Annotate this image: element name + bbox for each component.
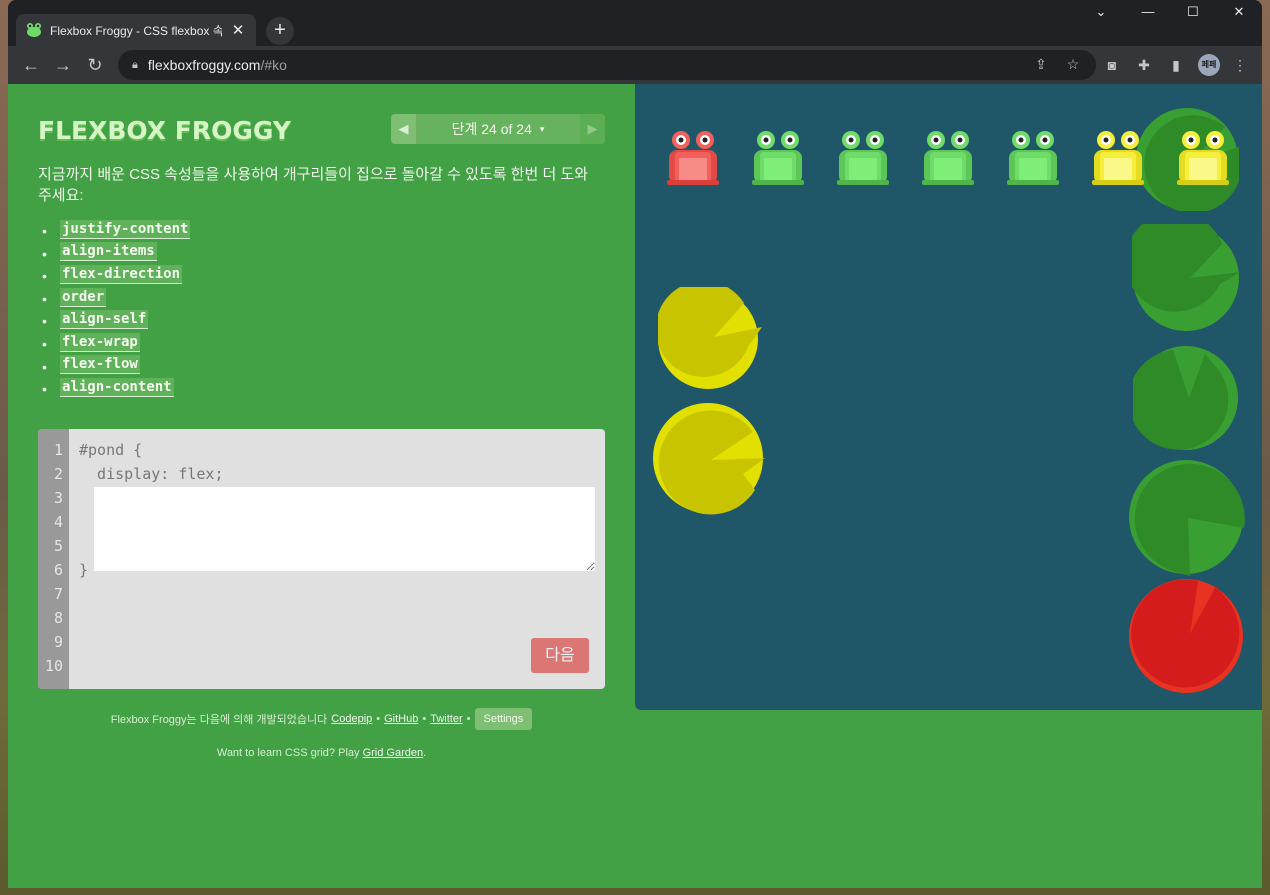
new-tab-button[interactable]: + [266,17,294,45]
grid-garden-promo: Want to learn CSS grid? Play Grid Garden… [216,747,427,759]
list-item: • align-self [42,310,149,330]
frog-favicon-icon [26,23,42,37]
list-item: • order [42,287,107,307]
address-bar[interactable]: 🔒︎ flexboxfroggy.com/#ko ⇪ ☆ [118,50,1096,80]
level-indicator[interactable]: 단계 24 of 24 ▾ [417,114,579,144]
window-close-icon[interactable]: ✕ [1227,4,1251,20]
share-icon[interactable]: ⇪ [1032,56,1050,73]
credits: Flexbox Froggy는 다음에 의해 개발되었습니다 Codepip •… [38,708,605,730]
property-code[interactable]: flex-flow [60,355,140,375]
credits-text: Flexbox Froggy는 다음에 의해 개발되었습니다 [110,714,328,726]
frog-green [837,131,889,185]
back-icon[interactable]: ← [20,54,42,76]
extensions-puzzle-icon[interactable]: ✚ [1135,56,1153,74]
twitter-link[interactable]: Twitter [430,713,462,725]
frog-red [667,131,719,185]
tab-title: Flexbox Froggy - CSS flexbox 속 [50,23,222,38]
page-content: FLEXBOX FROGGY ◀ 단계 24 of 24 ▾ ▶ 지금까지 배운… [8,84,1262,888]
tab-strip: Flexbox Froggy - CSS flexbox 속 ✕ + ⌄ — ☐… [8,0,1262,46]
list-item: • flex-wrap [42,332,140,352]
property-code[interactable]: justify-content [60,219,191,239]
lilypad-green [1132,224,1240,331]
browser-toolbar: ← → ↻ 🔒︎ flexboxfroggy.com/#ko ⇪ ☆ ◙ ✚ ▮… [8,46,1262,84]
property-code[interactable]: flex-direction [60,264,183,284]
camera-icon[interactable]: ◙ [1103,56,1121,74]
list-item: • justify-content [42,219,191,239]
code-line-1: #pond { [79,441,143,459]
lilypad-yellow [653,403,765,515]
line-numbers: 1 2 3 4 5 6 7 8 9 10 [38,429,69,689]
bookmark-star-icon[interactable]: ☆ [1064,56,1082,73]
lilypad-green [1133,346,1238,450]
level-label: 단계 24 of 24 [451,121,532,137]
browser-window: Flexbox Froggy - CSS flexbox 속 ✕ + ⌄ — ☐… [8,0,1262,888]
lock-icon: 🔒︎ [132,58,138,71]
grid-garden-link[interactable]: Grid Garden [363,747,424,759]
side-panel-icon[interactable]: ▮ [1167,56,1185,74]
level-caret-icon: ▾ [539,123,545,134]
next-level-icon[interactable]: ▶ [579,114,605,144]
property-code[interactable]: align-items [60,242,157,262]
site-logo[interactable]: FLEXBOX FROGGY [38,116,291,145]
menu-kebab-icon[interactable]: ⋮ [1231,56,1249,74]
maximize-icon[interactable]: ☐ [1181,4,1205,20]
url-text: flexboxfroggy.com/#ko [147,57,287,73]
level-navigator: ◀ 단계 24 of 24 ▾ ▶ [391,114,605,144]
reload-icon[interactable]: ↻ [84,54,106,76]
list-item: • flex-direction [42,264,183,285]
codepip-link[interactable]: Codepip [331,713,372,725]
frog-yellow [1177,131,1229,185]
list-item: • align-items [42,242,157,262]
list-item: • align-content [42,377,174,398]
previous-level-icon[interactable]: ◀ [391,114,417,144]
settings-button[interactable]: Settings [474,708,533,730]
github-link[interactable]: GitHub [384,713,418,725]
list-item: • flex-flow [42,355,140,375]
instructions: 지금까지 배운 CSS 속성들을 사용하여 개구리들이 집으로 돌아갈 수 있도… [38,166,589,204]
tab-close-icon[interactable]: ✕ [230,21,246,39]
code-line-2: display: flex; [79,465,224,483]
lilypad-green [1129,460,1245,576]
property-code[interactable]: align-self [60,310,149,330]
browser-tab[interactable]: Flexbox Froggy - CSS flexbox 속 ✕ [16,14,256,46]
css-editor: 1 2 3 4 5 6 7 8 9 10 #pond { display: fl… [38,429,605,689]
property-code[interactable]: order [60,287,107,307]
code-input[interactable] [94,487,595,571]
frog-green [752,131,804,185]
minimize-icon[interactable]: — [1136,4,1160,19]
property-list: • justify-content • align-items • flex-dire… [42,218,191,399]
tab-search-chevron-icon[interactable]: ⌄ [1089,4,1113,20]
property-code[interactable]: flex-wrap [60,332,140,352]
lilypad-red [1129,579,1243,693]
property-code[interactable]: align-content [60,377,174,397]
pond [635,84,1262,710]
forward-icon[interactable]: → [52,54,74,76]
profile-avatar[interactable]: 페페 [1198,54,1220,76]
next-button[interactable]: 다음 [531,638,589,673]
frog-green [922,131,974,185]
frog-green [1007,131,1059,185]
frog-yellow [1092,131,1144,185]
lilypad-yellow [658,287,762,389]
